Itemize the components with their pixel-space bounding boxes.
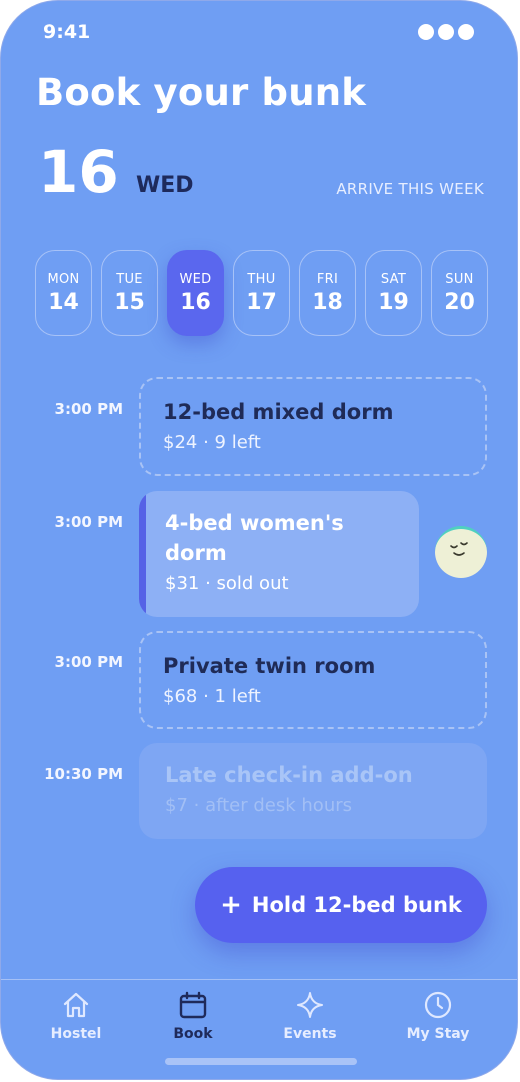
calendar-icon bbox=[179, 991, 207, 1019]
slot-title: 12-bed mixed dorm bbox=[163, 400, 394, 424]
slot-title: Private twin room bbox=[163, 654, 376, 678]
selected-day-number: 16 bbox=[38, 138, 119, 206]
phone-frame: 9:41 Book your bunk 16 WED ARRIVE THIS W… bbox=[0, 0, 518, 1080]
day-number: 18 bbox=[312, 289, 343, 315]
day-number: 19 bbox=[378, 289, 409, 315]
arrive-label: ARRIVE THIS WEEK bbox=[336, 180, 484, 198]
slot-detail: $24 · 9 left bbox=[163, 432, 261, 453]
day-tue[interactable]: TUE 15 bbox=[101, 250, 158, 336]
day-name: WED bbox=[179, 271, 212, 287]
clock-icon bbox=[424, 991, 452, 1019]
avatar bbox=[435, 526, 487, 578]
selected-weekday: WED bbox=[136, 173, 194, 198]
slot-card-private-twin-room[interactable]: Private twin room $68 · 1 left bbox=[139, 631, 487, 729]
tab-my-stay[interactable]: My Stay bbox=[383, 990, 493, 1042]
slot-detail: $7 · after desk hours bbox=[165, 795, 353, 816]
slot-card-4-bed-womens-dorm[interactable]: 4-bed women's dorm $31 · sold out bbox=[139, 491, 419, 617]
tab-hostel[interactable]: Hostel bbox=[21, 990, 131, 1042]
slot-time: 3:00 PM bbox=[54, 513, 123, 531]
day-sat[interactable]: SAT 19 bbox=[365, 250, 422, 336]
slot-title-line2: dorm bbox=[165, 541, 227, 565]
day-number: 17 bbox=[246, 289, 277, 315]
day-name: SUN bbox=[445, 271, 474, 287]
day-fri[interactable]: FRI 18 bbox=[299, 250, 356, 336]
slot-card-late-check-in-add-on: Late check-in add-on $7 · after desk hou… bbox=[139, 743, 487, 839]
slot-detail: $31 · sold out bbox=[165, 573, 289, 594]
plus-icon: + bbox=[220, 890, 242, 920]
day-number: 20 bbox=[444, 289, 475, 315]
day-picker: MON 14 TUE 15 WED 16 THU 17 FRI 18 SAT 1… bbox=[35, 250, 488, 336]
day-number: 15 bbox=[114, 289, 145, 315]
tab-events[interactable]: Events bbox=[255, 990, 365, 1042]
tab-label: My Stay bbox=[406, 1026, 470, 1042]
day-number: 16 bbox=[180, 289, 211, 315]
page-title: Book your bunk bbox=[36, 71, 367, 114]
day-name: THU bbox=[247, 271, 276, 287]
status-time: 9:41 bbox=[43, 21, 91, 43]
day-name: FRI bbox=[316, 271, 339, 287]
tab-book[interactable]: Book bbox=[138, 990, 248, 1042]
slot-time: 10:30 PM bbox=[44, 765, 123, 783]
day-name: SAT bbox=[380, 271, 407, 287]
more-icon[interactable] bbox=[418, 24, 474, 40]
day-name: TUE bbox=[116, 271, 143, 287]
sparkle-icon bbox=[297, 992, 323, 1018]
slot-detail: $68 · 1 left bbox=[163, 686, 261, 707]
slot-title: Late check-in add-on bbox=[165, 763, 413, 787]
tab-label: Events bbox=[283, 1026, 337, 1042]
home-indicator[interactable] bbox=[165, 1058, 357, 1065]
tab-label: Book bbox=[173, 1026, 213, 1042]
slot-title-line1: 4-bed women's bbox=[165, 511, 344, 535]
slot-time: 3:00 PM bbox=[54, 653, 123, 671]
slot-card-12-bed-mixed-dorm[interactable]: 12-bed mixed dorm $24 · 9 left bbox=[139, 377, 487, 476]
day-mon[interactable]: MON 14 bbox=[35, 250, 92, 336]
day-thu[interactable]: THU 17 bbox=[233, 250, 290, 336]
slot-accent-bar bbox=[139, 491, 146, 617]
home-icon bbox=[63, 992, 89, 1018]
tab-label: Hostel bbox=[50, 1026, 102, 1042]
day-wed[interactable]: WED 16 bbox=[167, 250, 224, 336]
hold-bunk-label: Hold 12-bed bunk bbox=[251, 893, 462, 917]
hold-bunk-button[interactable]: + Hold 12-bed bunk bbox=[195, 867, 487, 943]
sleeping-face-icon bbox=[450, 542, 468, 556]
day-sun[interactable]: SUN 20 bbox=[431, 250, 488, 336]
day-name: MON bbox=[47, 271, 80, 287]
day-number: 14 bbox=[48, 289, 79, 315]
slot-time: 3:00 PM bbox=[54, 400, 123, 418]
